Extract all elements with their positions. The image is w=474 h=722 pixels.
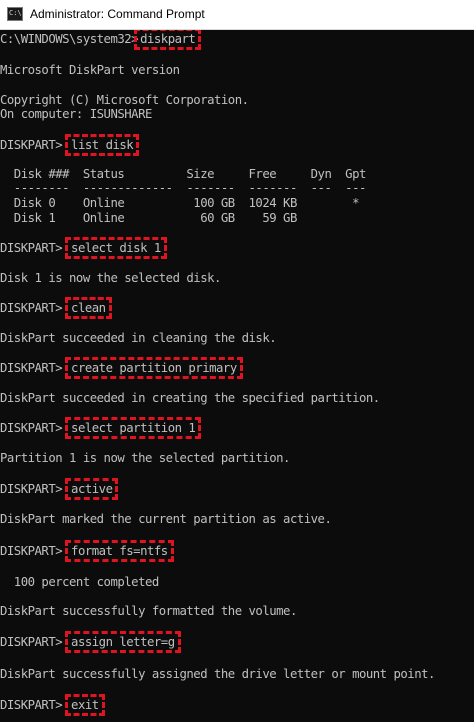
console-line: DiskPart marked the current partition as… — [0, 512, 332, 526]
title-bar[interactable]: Administrator: Command Prompt — [0, 0, 474, 30]
command-assign-letter: assign letter=g — [65, 631, 181, 653]
command-select-partition: select partition 1 — [65, 417, 202, 439]
command-clean: clean — [65, 297, 112, 319]
prompt: DISKPART> — [0, 421, 70, 435]
prompt: DISKPART> — [0, 698, 70, 712]
console-line: DISKPART> create partition primary — [0, 357, 243, 379]
command-create-partition: create partition primary — [65, 357, 243, 379]
prompt: C:\WINDOWS\system32> — [0, 32, 139, 46]
console-line: DISKPART> select partition 1 — [0, 417, 202, 439]
console-line: DISKPART> active — [0, 478, 119, 500]
console-line: DiskPart succeeded in creating the speci… — [0, 391, 380, 405]
table-row: Disk 0 Online 100 GB 1024 KB * — [0, 196, 360, 210]
console-line: On computer: ISUNSHARE — [0, 107, 152, 121]
console-line: Microsoft DiskPart version — [0, 63, 180, 77]
console-line: Disk 1 is now the selected disk. — [0, 271, 221, 285]
console-line: DISKPART> exit — [0, 694, 105, 716]
console-line: DiskPart succeeded in cleaning the disk. — [0, 331, 277, 345]
command-diskpart: diskpart — [134, 30, 202, 50]
command-select-disk: select disk 1 — [65, 237, 167, 259]
command-active: active — [65, 478, 119, 500]
command-format: format fs=ntfs — [65, 540, 174, 562]
command-list-disk: list disk — [65, 134, 140, 156]
prompt: DISKPART> — [0, 301, 70, 315]
table-separator: -------- ------------- ------- ------- -… — [0, 181, 367, 195]
prompt: DISKPART> — [0, 544, 70, 558]
command-exit: exit — [65, 694, 105, 716]
console-line: DISKPART> list disk — [0, 134, 140, 156]
console-line: C:\WINDOWS\system32> diskpart — [0, 30, 202, 50]
console-line: DISKPART> format fs=ntfs — [0, 540, 174, 562]
console-line: DISKPART> clean — [0, 297, 112, 319]
prompt: DISKPART> — [0, 482, 70, 496]
console-line: DiskPart successfully formatted the volu… — [0, 604, 297, 618]
table-row: Disk 1 Online 60 GB 59 GB — [0, 211, 298, 225]
cmd-icon — [7, 7, 23, 21]
prompt: DISKPART> — [0, 138, 70, 152]
prompt: DISKPART> — [0, 635, 70, 649]
prompt: DISKPART> — [0, 241, 70, 255]
console-line: Partition 1 is now the selected partitio… — [0, 451, 290, 465]
prompt: DISKPART> — [0, 361, 70, 375]
window-title: Administrator: Command Prompt — [30, 7, 205, 21]
console-line: DISKPART> select disk 1 — [0, 237, 167, 259]
console-line: DISKPART> assign letter=g — [0, 631, 181, 653]
progress-text: 100 percent completed — [0, 575, 159, 589]
console-line: DiskPart successfully assigned the drive… — [0, 667, 435, 681]
console-output[interactable]: C:\WINDOWS\system32> diskpart Microsoft D… — [0, 30, 474, 722]
